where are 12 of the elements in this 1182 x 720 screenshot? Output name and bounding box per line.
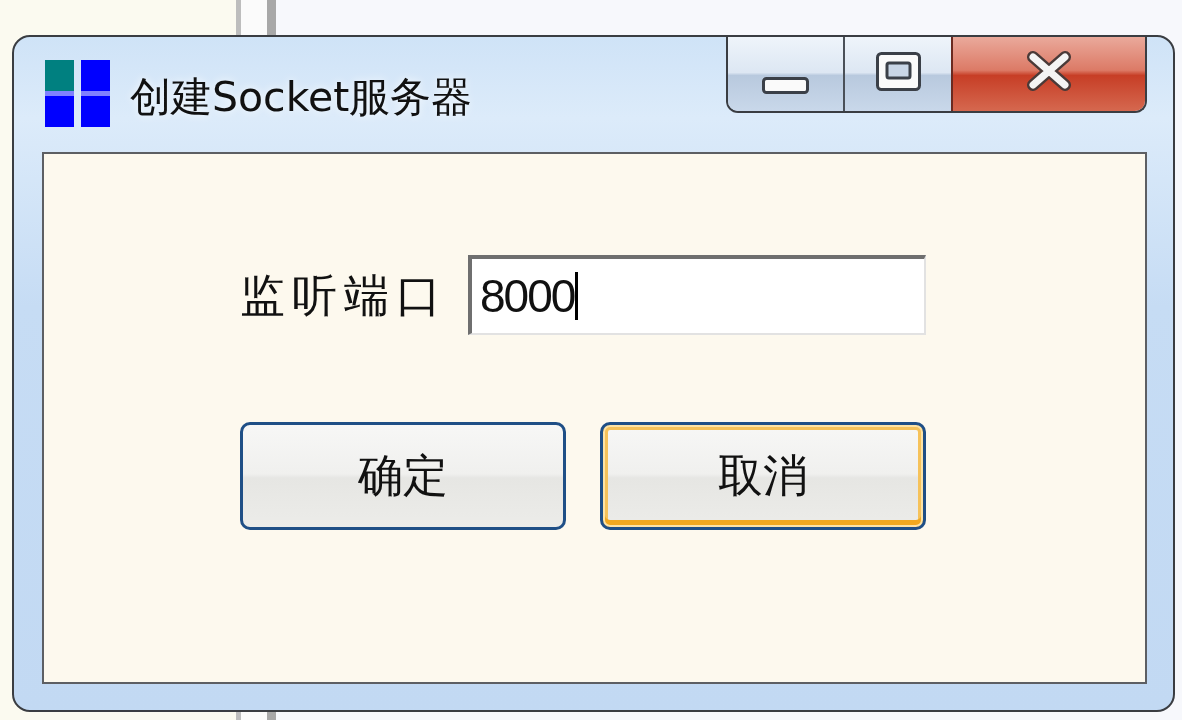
dialog-button[interactable]: 确定 bbox=[240, 422, 566, 530]
dialog-button[interactable]: 取消 bbox=[600, 422, 926, 530]
port-label: 监听端口 bbox=[240, 272, 448, 318]
maximize-icon bbox=[875, 51, 921, 91]
minimize-button[interactable] bbox=[728, 37, 843, 111]
close-button[interactable] bbox=[951, 37, 1145, 111]
port-field[interactable]: 8000 bbox=[468, 255, 926, 335]
close-icon bbox=[1027, 51, 1071, 91]
maximize-button[interactable] bbox=[843, 37, 951, 111]
window-title: 创建Socket服务器 bbox=[130, 72, 473, 122]
minimize-icon bbox=[762, 76, 809, 94]
tiles-icon bbox=[45, 60, 110, 127]
